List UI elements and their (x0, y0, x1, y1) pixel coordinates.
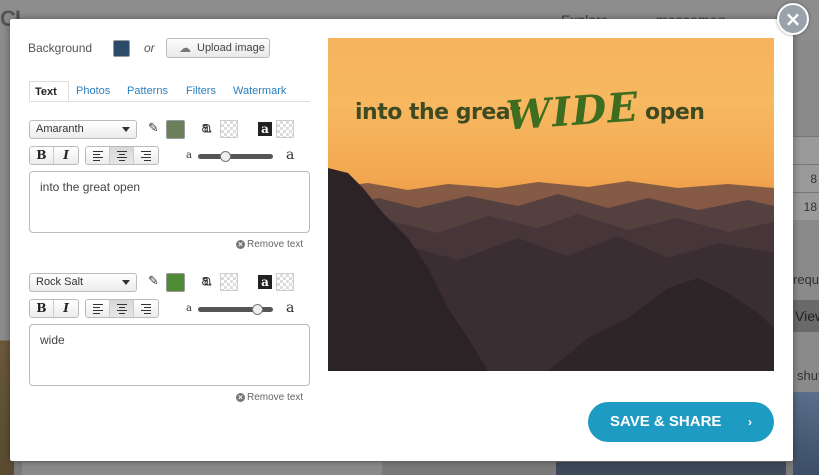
font-size-large-label: a (286, 147, 295, 163)
outline-color-swatch[interactable] (220, 273, 238, 291)
italic-button[interactable]: I (54, 300, 78, 317)
italic-button[interactable]: I (54, 147, 78, 164)
remove-text-link[interactable]: × Remove text (236, 239, 303, 250)
font-size-small-label: a (186, 303, 192, 314)
cloud-upload-icon: ☁ (179, 41, 191, 55)
text-color-swatch[interactable] (166, 120, 185, 139)
font-select[interactable]: Amaranth (29, 120, 137, 139)
tab-patterns[interactable]: Patterns (127, 81, 168, 101)
background-label: Background (28, 41, 93, 55)
upload-image-button[interactable]: ☁ Upload image (166, 38, 270, 58)
align-right-button[interactable] (134, 300, 158, 317)
style-buttons: B I (29, 146, 79, 165)
font-select-value: Rock Salt (36, 276, 84, 288)
text-color-swatch[interactable] (166, 273, 185, 292)
background-table-cell: 18 (793, 192, 819, 220)
or-label: or (144, 41, 155, 55)
align-left-icon (92, 300, 103, 317)
text-background-color-swatch[interactable] (276, 273, 294, 291)
preview-text-line-1[interactable]: into the great (355, 100, 521, 125)
tab-photos[interactable]: Photos (76, 81, 110, 101)
image-editor-modal: Background or ☁ Upload image Text Photos… (10, 19, 793, 461)
mountain-landscape-image (328, 168, 774, 371)
font-select-value: Amaranth (36, 123, 84, 135)
save-and-share-label: SAVE & SHARE (610, 413, 722, 430)
background-footer-thumbs (556, 462, 786, 475)
align-center-button[interactable] (110, 147, 134, 164)
align-right-icon (141, 147, 151, 164)
preview-text-line-3[interactable]: open (645, 100, 705, 125)
align-left-icon (92, 147, 103, 164)
align-left-button[interactable] (86, 147, 110, 164)
remove-text-link[interactable]: × Remove text (236, 392, 303, 403)
outline-glyph-icon: a (201, 120, 212, 137)
tab-text[interactable]: Text (29, 81, 69, 101)
outline-color-swatch[interactable] (220, 120, 238, 138)
align-left-button[interactable] (86, 300, 110, 317)
background-glyph-icon: a (258, 122, 272, 136)
background-color-swatch[interactable] (113, 40, 130, 57)
chevron-down-icon (122, 127, 130, 132)
text-input-1[interactable]: into the great open (29, 171, 310, 233)
remove-text-label: Remove text (247, 239, 304, 250)
background-table-cell: 8 (793, 164, 819, 192)
font-size-slider-knob[interactable] (220, 151, 232, 162)
chevron-right-icon: › (748, 415, 752, 429)
close-icon: × (236, 392, 245, 402)
style-buttons: B I (29, 299, 79, 318)
text-background-color-swatch[interactable] (276, 120, 294, 138)
close-icon: × (236, 239, 245, 249)
align-center-button[interactable] (110, 300, 134, 317)
align-center-icon (116, 147, 127, 164)
font-size-large-label: a (286, 300, 295, 316)
upload-image-label: Upload image (197, 42, 265, 54)
chevron-down-icon (122, 280, 130, 285)
align-right-button[interactable] (134, 147, 158, 164)
tab-watermark[interactable]: Watermark (233, 81, 286, 101)
close-modal-button[interactable]: × (777, 3, 809, 35)
image-preview-canvas[interactable]: into the great WIDE open (328, 38, 774, 371)
background-view-button: View (793, 300, 819, 332)
font-size-slider-knob[interactable] (252, 304, 264, 315)
save-and-share-button[interactable]: SAVE & SHARE › (588, 402, 774, 442)
editor-tabs: Text Photos Patterns Filters Watermark (29, 81, 310, 102)
text-input-2[interactable]: wide (29, 324, 310, 386)
background-text: requi (793, 272, 819, 287)
background-thumbnail (793, 392, 819, 475)
background-glyph-icon: a (258, 275, 272, 289)
align-buttons (85, 146, 159, 165)
tab-filters[interactable]: Filters (186, 81, 216, 101)
bold-button[interactable]: B (30, 300, 54, 317)
outline-glyph-icon: a (201, 273, 212, 290)
eyedropper-icon[interactable]: ✎ (148, 121, 159, 136)
font-size-slider[interactable] (198, 304, 273, 315)
bold-button[interactable]: B (30, 147, 54, 164)
align-right-icon (141, 300, 151, 317)
align-buttons (85, 299, 159, 318)
preview-text-wide[interactable]: WIDE (505, 83, 641, 139)
eyedropper-icon[interactable]: ✎ (148, 274, 159, 289)
font-select[interactable]: Rock Salt (29, 273, 137, 292)
font-size-small-label: a (186, 150, 192, 161)
background-text: shut (797, 368, 819, 383)
font-size-slider[interactable] (198, 151, 273, 162)
background-footer-panel (22, 462, 382, 475)
align-center-icon (116, 300, 127, 317)
background-table-cell (793, 136, 819, 164)
remove-text-label: Remove text (247, 392, 304, 403)
